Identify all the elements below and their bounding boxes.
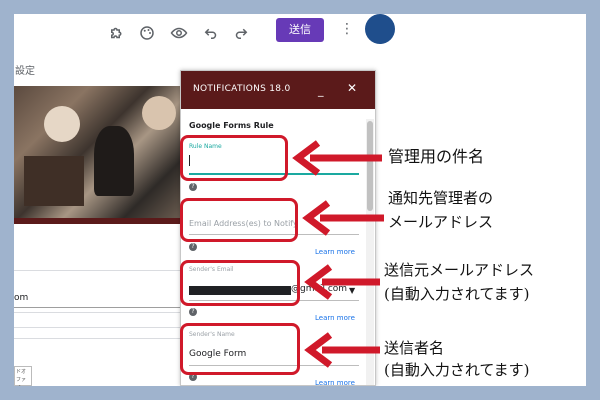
annotation-notify-line1: 通知先管理者の <box>388 189 494 207</box>
avatar[interactable] <box>365 14 395 44</box>
panel-header: NOTIFICATIONS 18.0 _ ✕ <box>181 71 375 109</box>
undo-icon[interactable] <box>202 24 220 42</box>
highlight-sender-name <box>180 323 300 375</box>
annotation-notify-line2: メールアドレス <box>388 213 494 231</box>
highlight-rule-name <box>180 135 288 181</box>
annotation-sender-name-line1: 送信者名 <box>384 339 445 357</box>
palette-icon[interactable] <box>138 24 156 42</box>
header-photo <box>14 86 184 218</box>
help-icon[interactable]: ? <box>189 308 197 316</box>
divider <box>14 270 184 271</box>
annotation-sender-name-line2: (自動入力されてます) <box>384 361 530 379</box>
arrow-left-icon <box>304 264 380 300</box>
arrow-left-icon <box>292 140 382 176</box>
help-icon[interactable]: ? <box>189 243 197 251</box>
eye-icon[interactable] <box>170 24 188 42</box>
annotation-rule-name: 管理用の件名 <box>388 147 485 166</box>
annotation-sender-email-line1: 送信元メールアドレス <box>384 261 535 279</box>
panel-title: NOTIFICATIONS 18.0 <box>193 84 291 94</box>
minimize-icon[interactable]: _ <box>318 84 324 97</box>
highlight-sender-email <box>180 260 300 306</box>
learn-more-link[interactable]: Learn more <box>315 379 355 385</box>
more-vert-icon[interactable]: ⋮ <box>340 22 354 36</box>
learn-more-link[interactable]: Learn more <box>315 314 355 322</box>
puzzle-icon[interactable] <box>108 24 126 42</box>
top-toolbar: 送信 ⋮ <box>14 14 586 52</box>
tab-settings[interactable]: 設定 <box>15 62 35 77</box>
annotation-sender-email-line2: (自動入力されてます) <box>384 285 530 303</box>
help-icon[interactable]: ? <box>189 183 197 191</box>
close-icon[interactable]: ✕ <box>347 81 357 95</box>
left-field-text: om <box>14 293 29 303</box>
divider <box>14 338 184 339</box>
left-field-underline <box>14 307 184 308</box>
file-icon[interactable]: ドオ ファイ <box>14 366 32 391</box>
left-input-box[interactable] <box>14 312 184 328</box>
arrow-left-icon <box>304 332 380 368</box>
highlight-notify-email <box>180 198 298 242</box>
redo-icon[interactable] <box>232 24 250 42</box>
photo-accent-bar <box>14 218 184 224</box>
arrow-left-icon <box>302 200 384 236</box>
rule-heading: Google Forms Rule <box>189 121 274 130</box>
send-button[interactable]: 送信 <box>276 18 324 42</box>
learn-more-link[interactable]: Learn more <box>315 248 355 256</box>
